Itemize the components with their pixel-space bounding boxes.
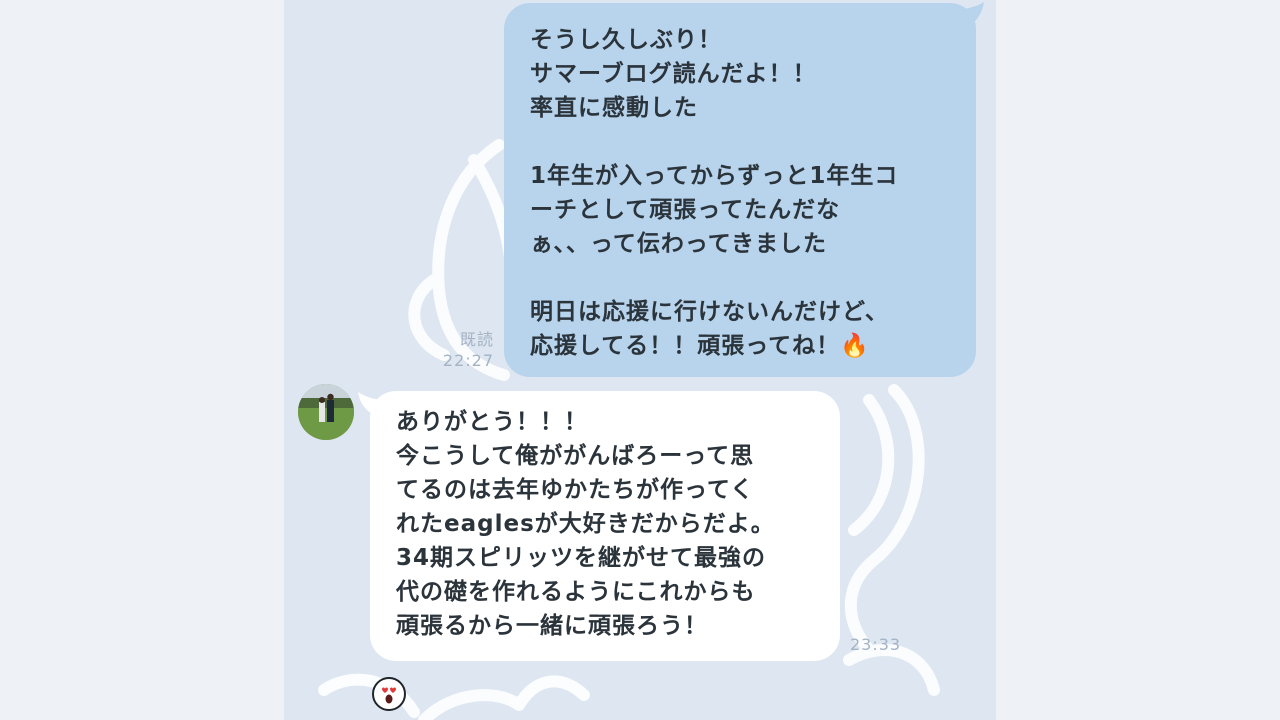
incoming-timestamp: 23:33 [850, 635, 902, 654]
outgoing-timestamp: 22:27 [442, 351, 494, 370]
incoming-message-bubble[interactable]: ありがとう！！！ 今こうして俺ががんばろーって思 てるのは去年ゆかたちが作ってく… [370, 391, 840, 661]
sender-photo-icon [298, 384, 354, 440]
read-receipt: 既読 [459, 330, 494, 349]
outgoing-message-meta: 既読 22:27 [414, 329, 494, 371]
heart-eyes-reaction-icon[interactable] [372, 677, 406, 711]
chat-thread[interactable]: そうし久しぶり！ サマーブログ読んだよ！！ 率直に感動した 1年生が入ってからず… [284, 0, 996, 720]
outgoing-message-bubble[interactable]: そうし久しぶり！ サマーブログ読んだよ！！ 率直に感動した 1年生が入ってからず… [504, 3, 976, 377]
heart-eyes-icon [382, 687, 396, 704]
avatar[interactable] [298, 384, 354, 440]
screen: そうし久しぶり！ サマーブログ読んだよ！！ 率直に感動した 1年生が入ってからず… [0, 0, 1280, 720]
